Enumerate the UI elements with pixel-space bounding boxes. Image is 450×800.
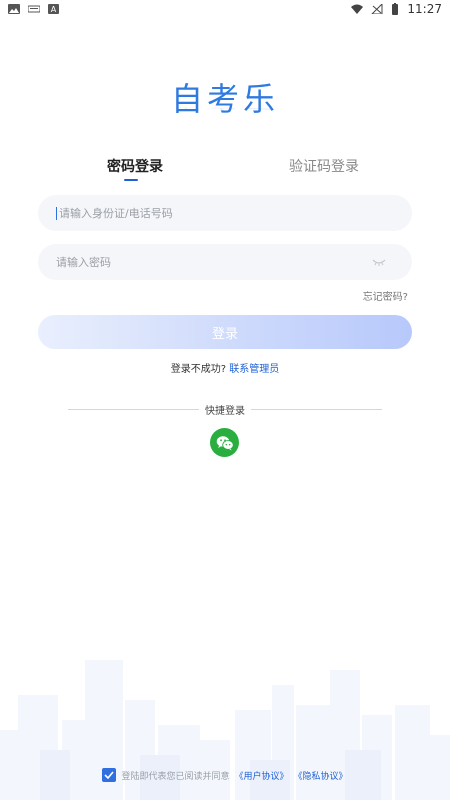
login-tabs: 密码登录 验证码登录 [0, 156, 450, 186]
text-caret [56, 206, 57, 220]
a-icon: A [48, 4, 59, 14]
checkmark-icon [104, 771, 115, 779]
eye-closed-icon[interactable] [372, 258, 386, 266]
agreement-text: 登陆即代表您已阅读并同意 [121, 771, 230, 782]
tab-active-indicator [124, 179, 138, 181]
login-screen: A 11:27 自考乐 自考乐 密码登录 验证码登录 请输入身份证/电话号码 请… [0, 0, 450, 800]
quick-login-divider: 快捷登录 [68, 402, 382, 417]
status-bar-left: A [8, 4, 60, 14]
password-placeholder: 请输入密码 [56, 256, 111, 269]
tab-code-login[interactable]: 验证码登录 [289, 156, 359, 176]
status-bar: A 11:27 [0, 0, 450, 18]
wechat-icon [216, 435, 234, 450]
login-help: 登录不成功? 联系管理员 [0, 360, 450, 375]
divider-line-right [251, 408, 382, 410]
signal-icon [371, 4, 383, 14]
account-placeholder: 请输入身份证/电话号码 [59, 207, 173, 220]
status-time: 11:27 [407, 2, 442, 16]
status-bar-right: 11:27 [351, 2, 442, 16]
quick-login-label: 快捷登录 [205, 405, 245, 417]
agreement-row: 登陆即代表您已阅读并同意 《用户协议》 《隐私协议》 [0, 768, 450, 782]
forgot-password-link[interactable]: 忘记密码? [363, 288, 408, 303]
wifi-icon [351, 4, 364, 14]
tab-password-login[interactable]: 密码登录 [107, 156, 163, 176]
account-input[interactable]: 请输入身份证/电话号码 [38, 195, 412, 231]
wechat-login-button[interactable] [210, 428, 239, 457]
keyboard-icon [28, 5, 40, 13]
battery-icon [392, 3, 399, 15]
agreement-checkbox[interactable] [102, 768, 117, 782]
divider-line-left [68, 408, 199, 410]
image-icon [8, 4, 20, 14]
app-logo: 自考乐 自考乐 [0, 74, 450, 128]
svg-text:A: A [51, 5, 57, 14]
login-button[interactable]: 登录 [38, 315, 412, 349]
login-failed-text: 登录不成功? [170, 364, 227, 375]
logo-reflection: 自考乐 [0, 108, 450, 114]
user-agreement-link[interactable]: 《用户协议》 [234, 769, 288, 782]
privacy-policy-link[interactable]: 《隐私协议》 [294, 769, 348, 782]
password-input[interactable]: 请输入密码 [38, 244, 412, 280]
contact-admin-link[interactable]: 联系管理员 [229, 364, 279, 375]
